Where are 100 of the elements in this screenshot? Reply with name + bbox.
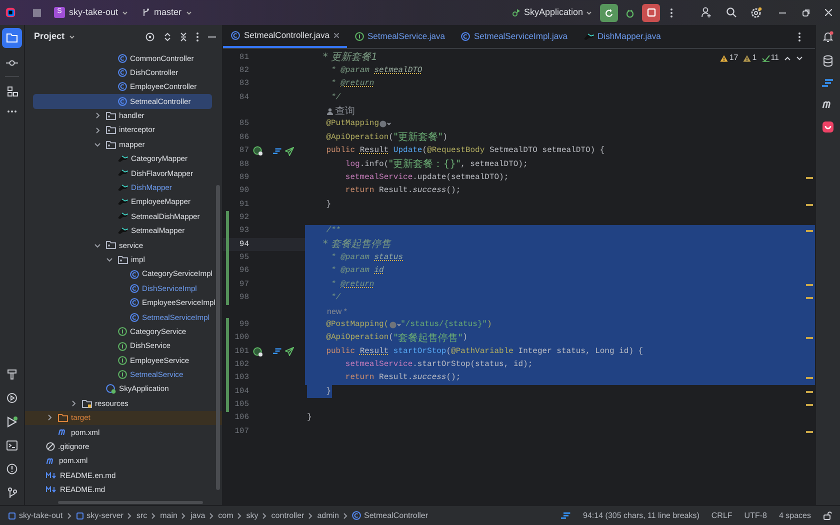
more-icon[interactable] bbox=[798, 32, 801, 42]
chevron-down-icon[interactable] bbox=[796, 56, 803, 60]
breadcrumb[interactable]: src bbox=[132, 510, 152, 522]
debug-icon[interactable] bbox=[625, 8, 635, 18]
breadcrumb[interactable]: sky bbox=[242, 510, 262, 522]
inspection-widget[interactable]: 17 1 11 bbox=[720, 52, 803, 64]
project-tool-button[interactable] bbox=[2, 28, 22, 48]
globe-icon[interactable] bbox=[379, 120, 392, 128]
scrollbar[interactable] bbox=[58, 501, 203, 504]
menu-icon[interactable] bbox=[32, 8, 42, 18]
change-marker[interactable] bbox=[226, 358, 229, 372]
warning-stripe-mark[interactable] bbox=[806, 204, 812, 206]
warning-stripe-mark[interactable] bbox=[806, 297, 812, 300]
chevron-down-icon[interactable] bbox=[68, 34, 75, 40]
add-user-icon[interactable] bbox=[701, 7, 712, 18]
plugin-icon[interactable] bbox=[822, 121, 834, 133]
bird-icon bbox=[118, 198, 128, 206]
breadcrumb[interactable]: sky-take-out bbox=[4, 510, 67, 522]
breadcrumb[interactable]: admin bbox=[313, 510, 343, 522]
breadcrumb[interactable]: main bbox=[156, 510, 182, 522]
app-logo-icon[interactable] bbox=[5, 7, 16, 18]
settings-icon[interactable] bbox=[750, 6, 762, 18]
change-marker[interactable] bbox=[226, 384, 229, 398]
change-marker[interactable] bbox=[226, 291, 229, 305]
change-marker[interactable] bbox=[226, 211, 229, 225]
chevron-up-icon[interactable] bbox=[784, 56, 791, 60]
warning-stripe-mark[interactable] bbox=[806, 404, 812, 406]
breadcrumb[interactable]: java bbox=[186, 510, 210, 522]
run-icon[interactable] bbox=[6, 416, 18, 428]
breadcrumb[interactable]: sky-server bbox=[72, 510, 128, 522]
more-icon[interactable] bbox=[7, 110, 17, 113]
file-encoding[interactable]: UTF-8 bbox=[744, 510, 767, 522]
more-icon[interactable] bbox=[670, 8, 673, 18]
send-icon[interactable] bbox=[285, 347, 294, 356]
chevron-down-icon[interactable] bbox=[94, 141, 101, 148]
code-text: /** bbox=[325, 225, 341, 238]
scrollbar[interactable] bbox=[216, 185, 220, 490]
minimize-icon[interactable] bbox=[208, 36, 216, 38]
change-marker[interactable] bbox=[226, 344, 229, 358]
search-icon[interactable] bbox=[726, 7, 737, 18]
code-vision-hint[interactable]: 查询 bbox=[307, 104, 355, 119]
minimize-icon[interactable] bbox=[779, 12, 786, 14]
send-icon[interactable] bbox=[285, 146, 294, 156]
chevron-right-icon[interactable] bbox=[46, 414, 53, 422]
change-marker[interactable] bbox=[226, 398, 229, 412]
mybatis-icon[interactable] bbox=[273, 148, 282, 155]
editor-tab[interactable]: DishMapper.java bbox=[576, 25, 669, 48]
code-text: } bbox=[325, 198, 332, 211]
rerun-button[interactable] bbox=[600, 4, 618, 22]
expand-all-icon[interactable] bbox=[164, 32, 171, 42]
hammer-icon[interactable] bbox=[7, 369, 17, 380]
editor-tab[interactable]: SetmealService.java bbox=[346, 25, 453, 48]
terminal-icon[interactable] bbox=[6, 440, 18, 451]
panel-title[interactable]: Project bbox=[34, 30, 65, 44]
warning-stripe-mark[interactable] bbox=[806, 337, 812, 340]
notifications-icon[interactable] bbox=[822, 31, 834, 43]
change-marker[interactable] bbox=[226, 251, 229, 265]
warning-stripe-mark[interactable] bbox=[806, 430, 812, 433]
collapse-all-icon[interactable] bbox=[180, 32, 187, 42]
change-marker[interactable] bbox=[226, 238, 229, 252]
mybatis-icon[interactable] bbox=[561, 512, 572, 520]
services-icon[interactable] bbox=[6, 392, 18, 404]
change-marker[interactable] bbox=[226, 318, 229, 332]
breadcrumb[interactable]: controller bbox=[267, 510, 308, 522]
change-marker[interactable] bbox=[226, 372, 229, 385]
breadcrumb[interactable]: com bbox=[214, 510, 238, 522]
warning-stripe-mark[interactable] bbox=[806, 377, 812, 380]
stop-button[interactable] bbox=[642, 4, 660, 22]
web-run-icon[interactable] bbox=[253, 346, 263, 357]
warning-stripe-mark[interactable] bbox=[806, 390, 812, 393]
change-marker[interactable] bbox=[226, 278, 229, 292]
web-run-icon[interactable] bbox=[253, 146, 263, 156]
change-marker[interactable] bbox=[226, 332, 229, 345]
close-icon[interactable] bbox=[334, 33, 339, 38]
warning-stripe-mark[interactable] bbox=[806, 230, 812, 232]
branch-selector[interactable]: master bbox=[142, 6, 192, 20]
structure-icon[interactable] bbox=[6, 86, 18, 97]
mybatis-icon[interactable] bbox=[822, 79, 834, 88]
caret-position[interactable]: 94:14 (305 chars, 11 line breaks) bbox=[583, 510, 700, 522]
git-icon[interactable] bbox=[6, 487, 18, 499]
run-configuration-selector[interactable]: SkyApplication bbox=[512, 6, 592, 20]
change-marker[interactable] bbox=[226, 264, 229, 278]
commit-icon[interactable] bbox=[6, 60, 18, 66]
editor-tab[interactable]: SetmealServiceImpl.java bbox=[453, 25, 576, 48]
restore-icon[interactable] bbox=[802, 8, 810, 16]
database-icon[interactable] bbox=[823, 55, 833, 67]
breadcrumb[interactable]: SetmealController bbox=[348, 510, 432, 522]
line-separator[interactable]: CRLF bbox=[711, 510, 732, 522]
chevron-right-icon[interactable] bbox=[70, 400, 77, 408]
lock-icon[interactable] bbox=[823, 511, 832, 520]
warning-stripe-mark[interactable] bbox=[806, 176, 812, 179]
indent-setting[interactable]: 4 spaces bbox=[778, 510, 811, 522]
mybatis-icon[interactable] bbox=[273, 348, 282, 356]
change-marker[interactable] bbox=[226, 224, 229, 238]
editor-tab[interactable]: SetmealController.java bbox=[223, 25, 347, 48]
locate-icon[interactable] bbox=[145, 32, 155, 42]
warning-stripe-mark[interactable] bbox=[806, 284, 812, 286]
problems-icon[interactable] bbox=[6, 463, 18, 475]
globe-icon[interactable] bbox=[388, 320, 401, 329]
more-icon[interactable] bbox=[196, 32, 199, 42]
